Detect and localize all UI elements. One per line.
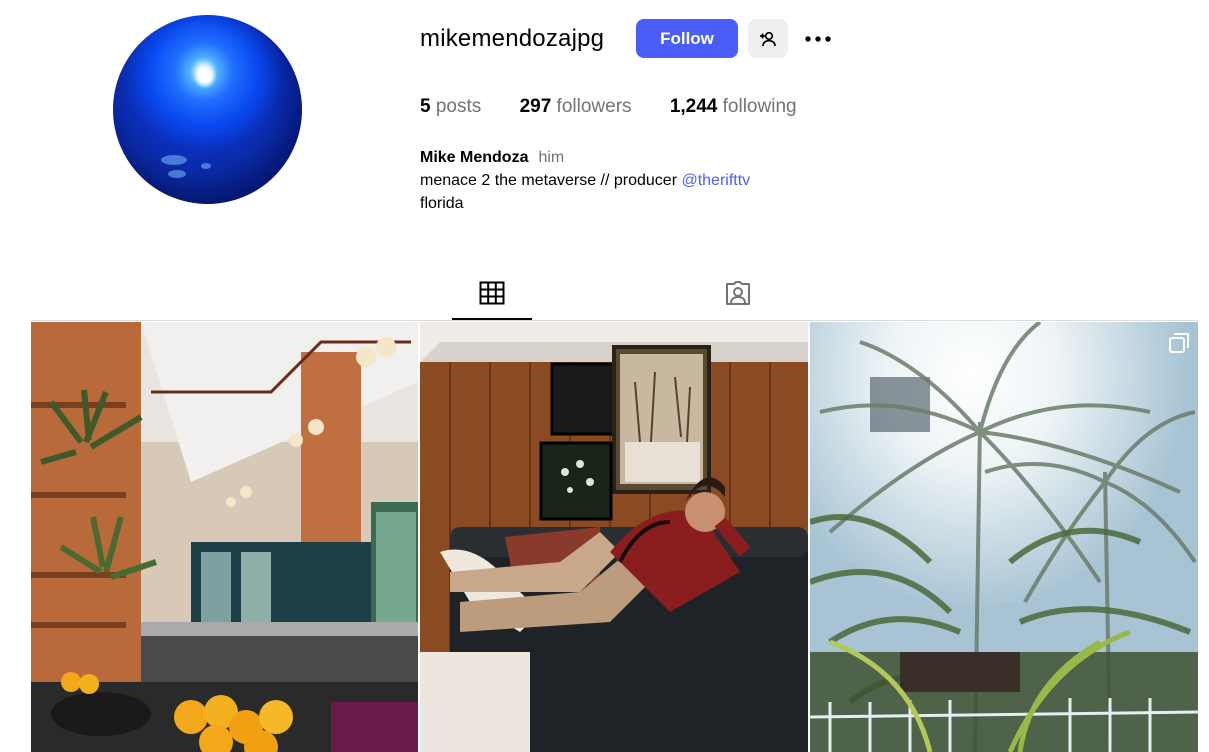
suggested-accounts-button[interactable]	[748, 19, 788, 58]
more-horizontal-icon	[805, 36, 831, 42]
profile-full-name: Mike Mendoza	[420, 149, 529, 166]
person-add-icon	[760, 31, 776, 46]
restaurant-interior-photo	[31, 322, 418, 752]
avatar-sun-flare	[193, 65, 217, 89]
bio-location: florida	[420, 195, 464, 212]
following-count: 1,244	[669, 96, 718, 117]
man-on-couch-photo	[420, 322, 808, 752]
tabs-divider	[31, 320, 1198, 321]
tagged-icon	[726, 281, 750, 305]
tab-tagged[interactable]	[698, 268, 778, 320]
profile-bio: Mike Mendoza him menace 2 the metaverse /…	[420, 146, 750, 215]
following-stat[interactable]: 1,244 following	[670, 96, 797, 117]
avatar-detail	[168, 170, 186, 178]
grid-icon	[479, 281, 505, 305]
post-tile-palms[interactable]	[810, 322, 1198, 752]
avatar-detail	[201, 163, 211, 169]
posts-count: 5	[420, 96, 431, 117]
profile-avatar[interactable]	[113, 15, 302, 204]
more-options-button[interactable]	[802, 24, 834, 54]
post-tile-couch[interactable]	[420, 322, 808, 752]
followers-label: followers	[556, 96, 632, 117]
followers-count: 297	[519, 96, 552, 117]
follow-button[interactable]: Follow	[636, 19, 738, 58]
profile-username: mikemendozajpg	[420, 25, 605, 52]
avatar-detail	[161, 155, 187, 165]
bio-mention-link[interactable]: @therifttv	[681, 172, 750, 189]
followers-stat[interactable]: 297 followers	[520, 96, 632, 117]
following-label: following	[722, 96, 797, 117]
posts-stat: 5 posts	[420, 96, 481, 117]
profile-pronouns: him	[538, 149, 565, 166]
bio-text: menace 2 the metaverse // producer	[420, 172, 682, 189]
posts-label: posts	[435, 96, 482, 117]
post-tile-restaurant[interactable]	[31, 322, 418, 752]
palm-trees-photo	[810, 322, 1198, 752]
tab-posts[interactable]	[452, 268, 532, 320]
profile-stats: 5 posts 297 followers 1,244 following	[420, 96, 830, 118]
